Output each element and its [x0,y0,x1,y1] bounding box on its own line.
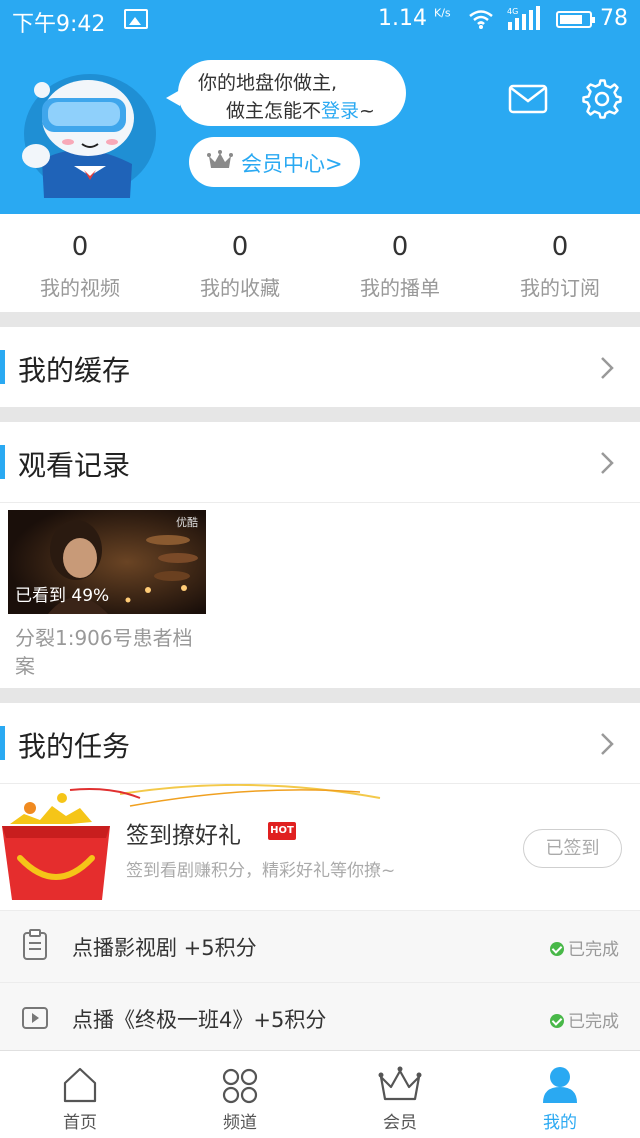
member-center-label: 会员中心> [241,152,343,176]
stat-label: 我的订阅 [520,276,600,300]
check-icon [550,942,564,956]
grid-icon [222,1068,258,1104]
section-accent-bar [0,726,5,760]
signed-in-button[interactable]: 已签到 [523,829,622,868]
clipboard-icon [23,929,47,960]
history-video-thumbnail[interactable]: 优酷 已看到 49% [8,510,206,614]
stat-count: 0 [231,232,249,262]
stat-count: 0 [391,232,409,262]
stat-my-favorites[interactable]: 0 我的收藏 [160,214,320,312]
divider [0,502,640,503]
chevron-right-icon [601,452,614,474]
stats-row: 0 我的视频 0 我的收藏 0 我的播单 0 我的订阅 [0,214,640,312]
person-icon [543,1067,577,1103]
nav-vip[interactable]: 会员 [320,1051,480,1138]
nav-label: 首页 [63,1113,97,1133]
status-time: 下午9:42 [12,12,106,37]
battery-icon [556,11,595,28]
section-accent-bar [0,445,5,479]
status-bar: 下午9:42 1.14 K/s 4G 78 [0,0,640,40]
member-center-button[interactable]: 会员中心> [189,137,360,187]
network-speed: 1.14 K/s [378,6,451,31]
play-icon [22,1007,48,1029]
watch-progress: 已看到 49% [15,586,110,606]
task-label: 点播影视剧 +5积分 [72,936,257,960]
section-title: 我的任务 [18,730,131,763]
section-gap [0,688,640,703]
section-gap [0,407,640,422]
task-row[interactable]: 点播影视剧 +5积分 已完成 [0,911,640,982]
nav-channels[interactable]: 频道 [160,1051,320,1138]
chevron-right-icon [601,733,614,755]
home-icon [63,1067,97,1103]
stat-my-videos[interactable]: 0 我的视频 [0,214,160,312]
stat-my-playlists[interactable]: 0 我的播单 [320,214,480,312]
section-accent-bar [0,350,5,384]
gear-icon[interactable] [582,79,622,119]
section-my-tasks[interactable]: 我的任务 [0,703,640,783]
crown-icon [378,1066,422,1101]
battery-level: 78 [600,6,628,31]
nav-mine[interactable]: 我的 [480,1051,640,1138]
greeting-line-2: 做主怎能不登录~ [226,100,375,122]
nav-label: 频道 [223,1113,257,1133]
signin-description: 签到看剧赚积分，精彩好礼等你撩~ [126,861,396,881]
history-video-title[interactable]: 分裂1:906号患者档案 [15,624,205,680]
bottom-nav: 首页 频道 会员 我的 [0,1050,640,1138]
profile-header: 下午9:42 1.14 K/s 4G 78 你的地盘你做主, 做主怎能不登录~ … [0,0,640,214]
stat-label: 我的播单 [360,276,440,300]
section-title: 观看记录 [18,449,131,482]
mail-icon[interactable] [508,84,548,114]
section-title: 我的缓存 [18,354,131,387]
stat-label: 我的收藏 [200,276,280,300]
stat-my-subscriptions[interactable]: 0 我的订阅 [480,214,640,312]
task-row[interactable]: 点播《终极一班4》+5积分 已完成 [0,983,640,1054]
task-status: 已完成 [550,935,619,960]
greeting-bubble: 你的地盘你做主, 做主怎能不登录~ [166,60,406,126]
mascot-avatar[interactable] [12,68,162,198]
cell-signal-icon: 4G [507,6,540,30]
svg-text:4G: 4G [507,7,518,16]
crown-icon [207,150,233,168]
login-link[interactable]: 登录 [321,100,359,122]
check-icon [550,1014,564,1028]
section-watch-history[interactable]: 观看记录 [0,422,640,502]
task-label: 点播《终极一班4》+5积分 [72,1008,327,1032]
task-status: 已完成 [550,1007,619,1032]
greeting-line-1: 你的地盘你做主, [198,72,338,94]
section-my-cache[interactable]: 我的缓存 [0,327,640,407]
stat-count: 0 [71,232,89,262]
picture-notification-icon [124,9,148,29]
hot-badge: HOT [268,822,296,840]
stat-label: 我的视频 [40,276,120,300]
nav-label: 会员 [383,1113,417,1133]
nav-label: 我的 [543,1113,577,1133]
signin-title: 签到撩好礼 [126,823,241,849]
wifi-icon [469,10,493,29]
section-gap [0,312,640,327]
video-watermark: 优酷 [176,516,198,529]
nav-home[interactable]: 首页 [0,1051,160,1138]
stat-count: 0 [551,232,569,262]
chevron-right-icon [601,357,614,379]
